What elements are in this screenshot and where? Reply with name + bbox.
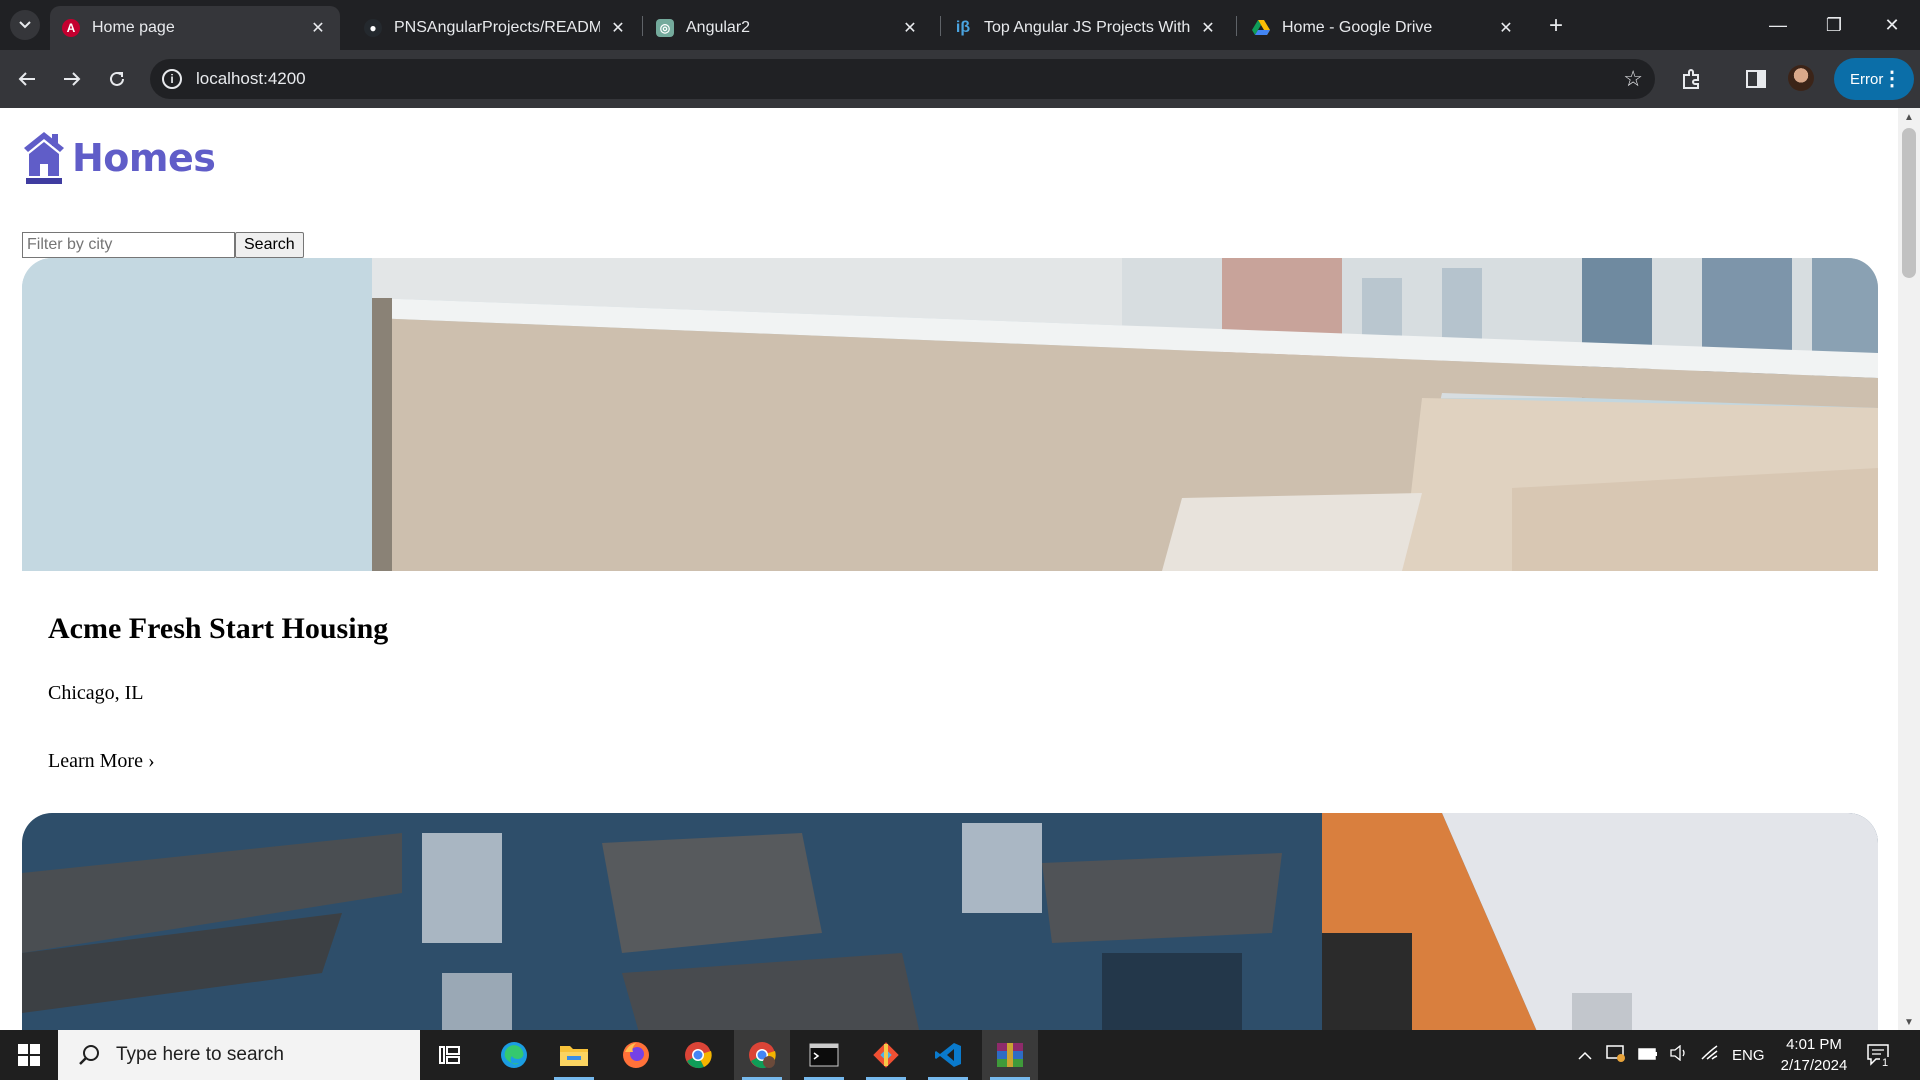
system-clock[interactable]: 4:01 PM 2/17/2024 — [1768, 1034, 1860, 1076]
chevron-up-icon[interactable] — [1578, 1047, 1592, 1064]
github-icon: ● — [364, 19, 382, 37]
brand-logo[interactable]: Homes — [22, 130, 216, 186]
interviewbit-icon: iβ — [955, 19, 971, 36]
scrollbar-thumb[interactable] — [1902, 128, 1916, 278]
notification-count: 1 — [1880, 1057, 1891, 1069]
google-drive-icon — [1252, 19, 1270, 37]
close-tab-icon[interactable]: ✕ — [1198, 18, 1218, 38]
url-text[interactable]: localhost:4200 — [196, 69, 306, 89]
task-view-icon[interactable] — [422, 1030, 478, 1080]
clock-time: 4:01 PM — [1786, 1036, 1842, 1053]
extensions-icon[interactable] — [1676, 63, 1708, 95]
git-icon[interactable] — [858, 1030, 914, 1080]
clock-date: 2/17/2024 — [1780, 1057, 1848, 1074]
chevron-down-icon — [19, 21, 31, 29]
close-window-button[interactable]: ✕ — [1864, 0, 1920, 50]
scroll-down-icon[interactable]: ▼ — [1904, 1017, 1914, 1028]
tab-separator — [642, 16, 643, 36]
tab-separator — [940, 16, 941, 36]
tab-google-drive[interactable]: Home - Google Drive ✕ — [1240, 6, 1528, 50]
more-menu-icon[interactable]: ⋮ — [1882, 66, 1902, 91]
taskbar-search[interactable]: Type here to search — [58, 1030, 420, 1080]
reload-button[interactable] — [100, 62, 134, 96]
browser-toolbar: i localhost:4200 ☆ — [0, 50, 1920, 108]
close-tab-icon[interactable]: ✕ — [308, 18, 328, 38]
notification-center-button[interactable]: 1 — [1866, 1030, 1892, 1080]
address-bar[interactable]: i localhost:4200 ☆ — [150, 59, 1655, 99]
volume-icon[interactable] — [1670, 1044, 1688, 1065]
back-arrow-icon — [18, 72, 35, 86]
tab-readme[interactable]: ● PNSAngularProjects/README.m ✕ — [352, 6, 640, 50]
system-tray: ENG — [1578, 1030, 1765, 1080]
battery-icon[interactable] — [1638, 1047, 1658, 1064]
reload-icon — [110, 71, 124, 86]
back-button[interactable] — [10, 62, 44, 96]
tab-angular2[interactable]: ◎ Angular2 ✕ — [644, 6, 932, 50]
new-tab-button[interactable]: + — [1542, 12, 1570, 40]
page-scrollbar[interactable]: ▲ ▼ — [1898, 108, 1920, 1030]
tab-top-angular-projects[interactable]: iβ Top Angular JS Projects With Sc ✕ — [942, 6, 1230, 50]
listing-card — [22, 813, 1878, 1030]
firefox-icon[interactable] — [608, 1030, 664, 1080]
chrome-icon[interactable] — [670, 1030, 726, 1080]
tab-search-button[interactable] — [10, 10, 40, 40]
profile-error-chip[interactable]: Error ⋮ — [1834, 58, 1914, 100]
forward-arrow-icon — [64, 72, 81, 86]
file-explorer-icon[interactable] — [546, 1030, 602, 1080]
restore-button[interactable]: ❐ — [1806, 0, 1862, 50]
edge-icon[interactable] — [486, 1030, 542, 1080]
close-tab-icon[interactable]: ✕ — [900, 18, 920, 38]
listing-name: Acme Fresh Start Housing — [48, 612, 389, 645]
start-button[interactable] — [0, 1030, 58, 1080]
listing-photo — [22, 258, 1878, 571]
openai-icon: ◎ — [656, 19, 674, 37]
terminal-icon[interactable] — [796, 1030, 852, 1080]
page-viewport: Homes Search — [0, 108, 1920, 1030]
house-logo-icon — [24, 132, 64, 184]
bookmark-star-icon[interactable]: ☆ — [1623, 66, 1643, 92]
close-tab-icon[interactable]: ✕ — [1496, 18, 1516, 38]
scroll-up-icon[interactable]: ▲ — [1904, 112, 1914, 123]
minimize-button[interactable]: — — [1750, 0, 1806, 50]
listing-card: Acme Fresh Start Housing Chicago, IL Lea… — [22, 258, 1878, 772]
winrar-icon[interactable] — [982, 1030, 1038, 1080]
windows-logo-icon — [18, 1044, 40, 1066]
security-icon[interactable] — [1606, 1044, 1626, 1066]
city-filter-input[interactable] — [22, 232, 235, 258]
filter-form: Search — [22, 232, 304, 258]
search-button[interactable]: Search — [235, 232, 304, 258]
brand-name: Homes — [72, 136, 216, 180]
listing-photo — [22, 813, 1878, 1030]
listing-location: Chicago, IL — [48, 682, 144, 704]
chrome-profile-icon[interactable] — [734, 1030, 790, 1080]
side-panel-icon[interactable] — [1740, 63, 1772, 95]
windows-taskbar: Type here to search ENG 4:01 PM 2/17/202… — [0, 1030, 1920, 1080]
forward-button[interactable] — [55, 62, 89, 96]
search-icon — [76, 1042, 102, 1068]
close-tab-icon[interactable]: ✕ — [608, 18, 628, 38]
language-indicator[interactable]: ENG — [1732, 1047, 1765, 1064]
tab-separator — [1236, 16, 1237, 36]
angular-icon: A — [62, 19, 80, 37]
learn-more-link[interactable]: Learn More › — [48, 750, 155, 773]
tab-strip: A Home page ✕ ● PNSAngularProjects/READM… — [0, 0, 1920, 50]
vscode-icon[interactable] — [920, 1030, 976, 1080]
wifi-icon[interactable] — [1700, 1045, 1718, 1065]
tab-home-page[interactable]: A Home page ✕ — [50, 6, 340, 50]
profile-avatar[interactable] — [1788, 65, 1814, 91]
site-info-icon[interactable]: i — [162, 69, 182, 89]
